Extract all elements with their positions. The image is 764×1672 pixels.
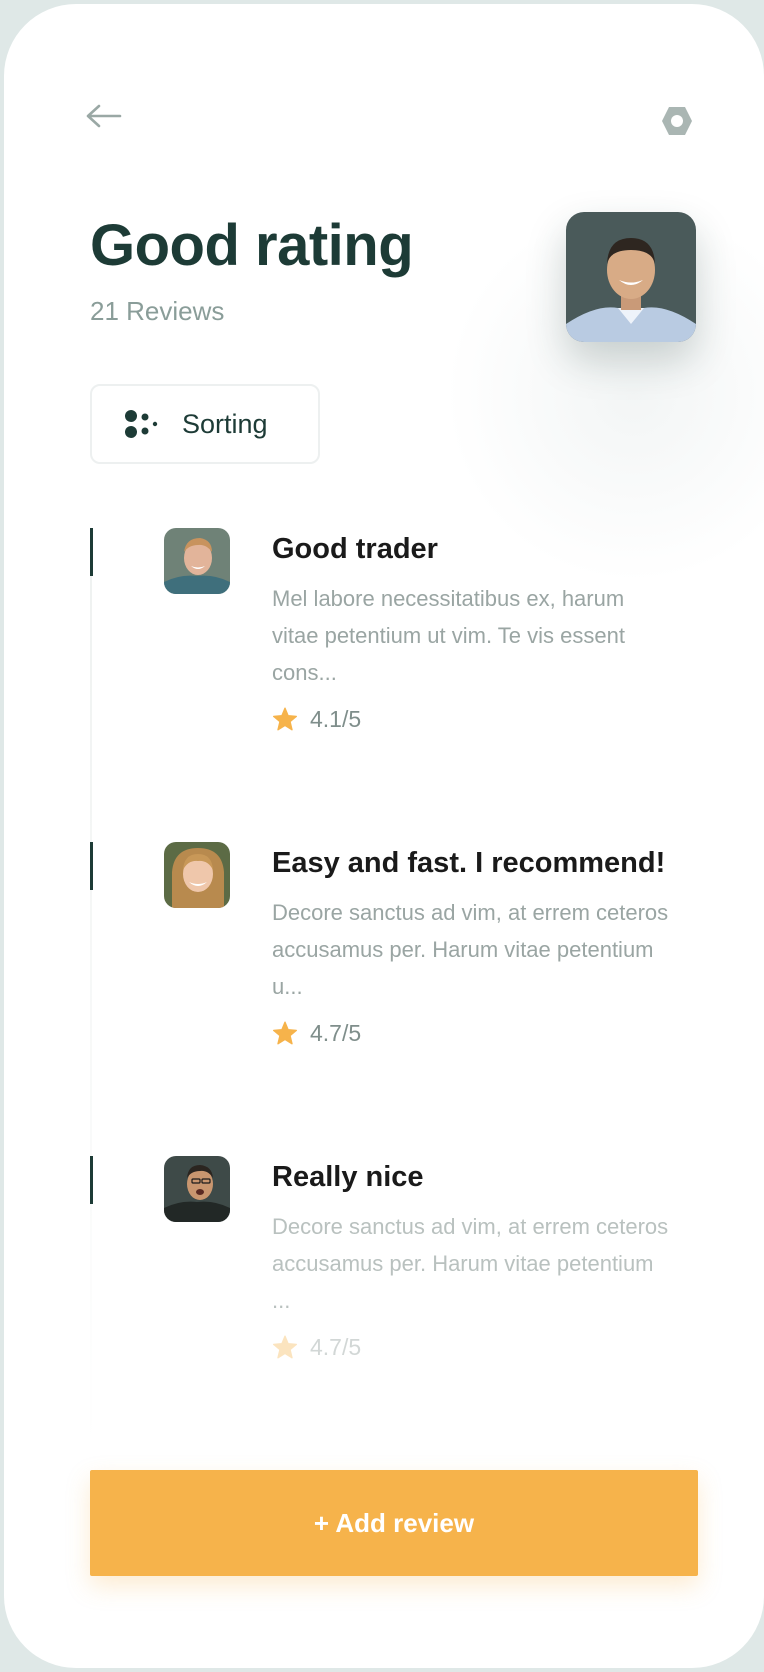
rating-value: 4.7/5 [310, 1334, 362, 1360]
rating-value: 4.1/5 [310, 706, 362, 732]
phone-screen: Good rating 21 Reviews Sorting Good trad… [4, 4, 764, 1668]
back-button[interactable] [84, 102, 124, 130]
review-item[interactable]: Really nice Decore sanctus ad vim, at er… [90, 1156, 690, 1386]
reviewer-avatar [164, 1156, 230, 1222]
hexagon-nut-icon [662, 107, 692, 135]
add-review-button[interactable]: + Add review [90, 1470, 698, 1576]
review-body: Mel labore necessitatibus ex, harum vita… [272, 586, 625, 685]
review-title: Easy and fast. I recommend! [272, 847, 666, 879]
review-body: Decore sanctus ad vim, at errem ceteros … [272, 900, 669, 999]
review-title: Really nice [272, 1161, 424, 1193]
review-rating: 4.7/5 [272, 1020, 361, 1047]
review-item[interactable]: Easy and fast. I recommend! Decore sanct… [90, 842, 690, 1072]
star-icon [272, 1021, 298, 1045]
review-item[interactable]: Good trader Mel labore necessitatibus ex… [90, 528, 690, 758]
reviewer-avatar [164, 842, 230, 908]
arrow-left-icon [86, 104, 122, 128]
profile-photo [566, 212, 696, 342]
sorting-button[interactable]: Sorting [90, 384, 320, 464]
review-rating: 4.7/5 [272, 1334, 361, 1361]
timeline-marker [90, 528, 93, 576]
star-icon [272, 707, 298, 731]
page-title: Good rating [90, 213, 414, 278]
rating-value: 4.7/5 [310, 1020, 362, 1046]
review-title: Good trader [272, 533, 438, 565]
review-rating: 4.1/5 [272, 706, 361, 733]
review-body: Decore sanctus ad vim, at errem ceteros … [272, 1214, 669, 1313]
reviews-count: 21 Reviews [90, 296, 225, 326]
timeline-marker [90, 842, 93, 890]
settings-button[interactable] [660, 104, 694, 138]
star-icon [272, 1335, 298, 1359]
profile-avatar[interactable] [566, 212, 696, 342]
dots-grid-icon [125, 410, 158, 438]
reviewer-avatar [164, 528, 230, 594]
sorting-label: Sorting [182, 408, 268, 439]
timeline-marker [90, 1156, 93, 1204]
